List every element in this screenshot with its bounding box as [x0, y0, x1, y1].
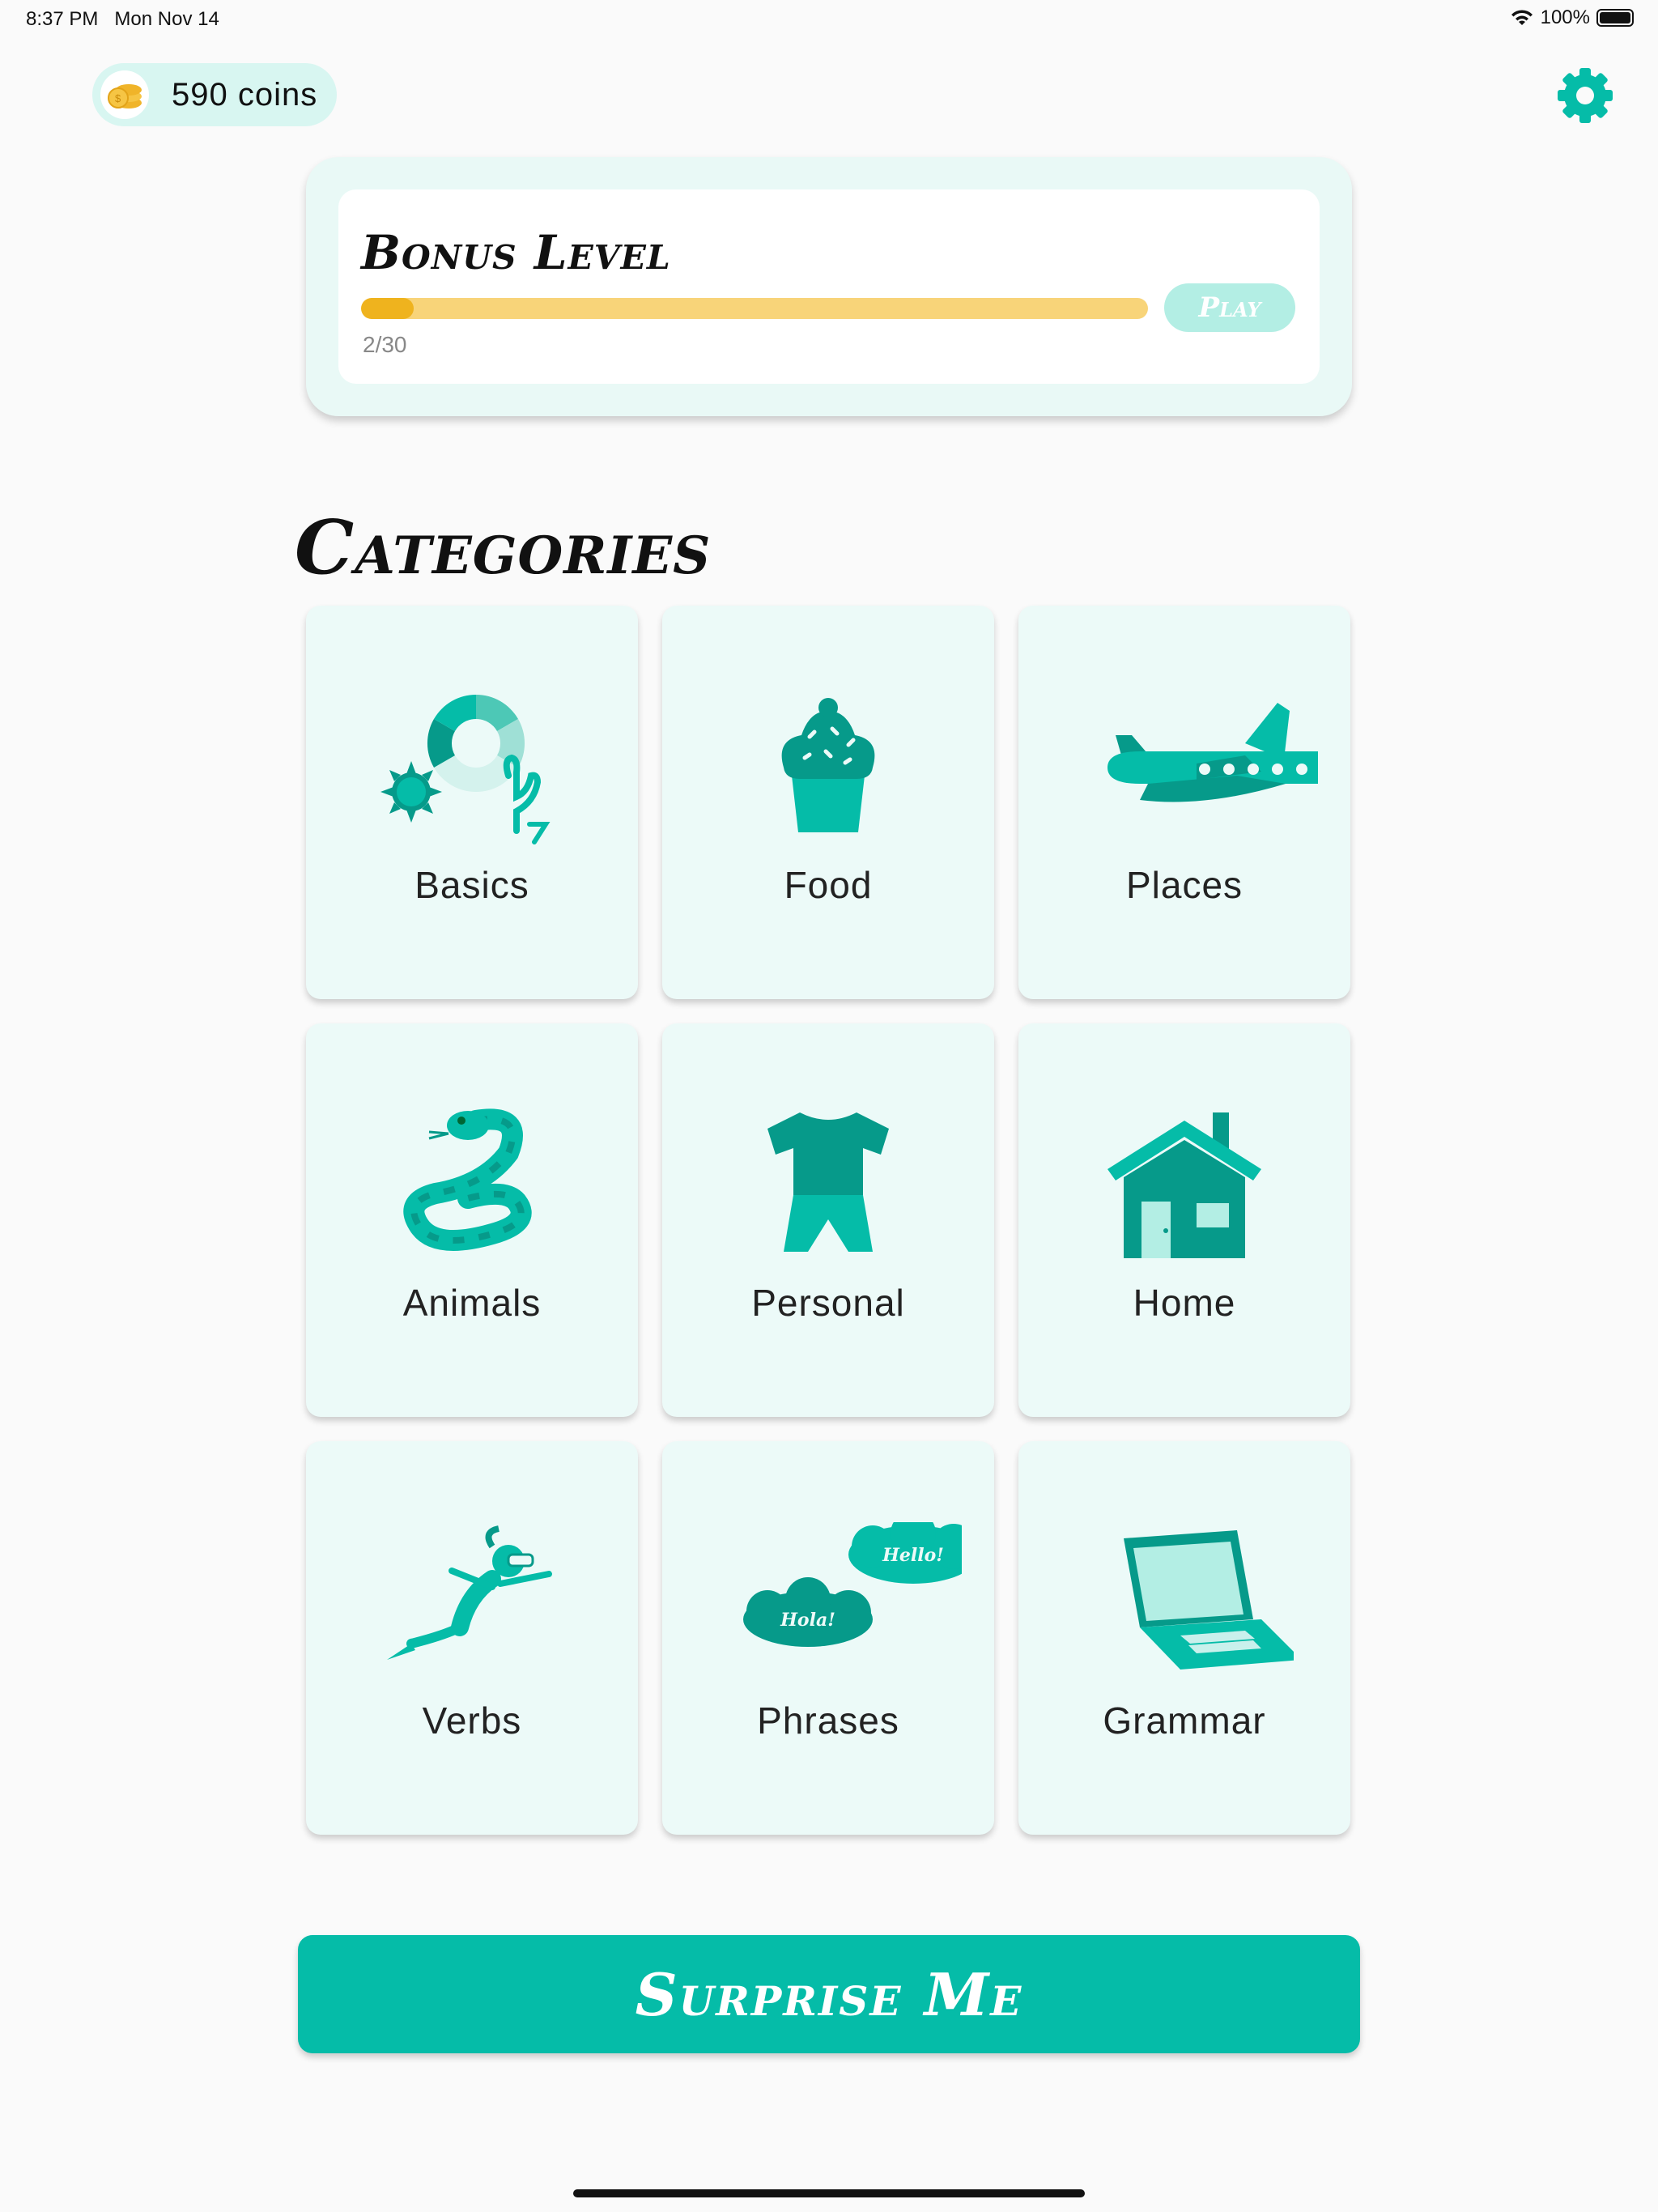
svg-text:$: $ [115, 92, 121, 104]
category-grammar[interactable]: Grammar [1018, 1441, 1350, 1835]
play-button[interactable]: Play [1164, 283, 1295, 332]
category-label: Verbs [422, 1699, 522, 1742]
bonus-level-inner: Bonus Level Play 2/30 [338, 189, 1320, 384]
hello-bubble-text: Hello! [882, 1545, 944, 1566]
category-phrases[interactable]: Hello! Hola! Phrases [662, 1441, 994, 1835]
bonus-progress-fill [361, 298, 414, 319]
battery-percent: 100% [1540, 6, 1590, 28]
category-label: Home [1133, 1282, 1236, 1324]
laptop-icon [1124, 1530, 1294, 1670]
category-food[interactable]: Food [662, 606, 994, 999]
categories-grid: Basics Food Places Animals Personal Home… [306, 606, 1352, 1835]
category-home[interactable]: Home [1018, 1023, 1350, 1417]
coin-stack-icon: $ [100, 70, 149, 119]
category-label: Phrases [757, 1699, 899, 1742]
category-label: Animals [402, 1282, 542, 1324]
basics-icon [380, 695, 551, 844]
hola-bubble-text: Hola! [780, 1610, 835, 1631]
category-personal[interactable]: Personal [662, 1023, 994, 1417]
bonus-level-card: Bonus Level Play 2/30 [306, 157, 1352, 416]
wifi-icon [1511, 10, 1533, 25]
house-icon [1107, 1112, 1261, 1258]
coins-pill[interactable]: $ 590 coins [92, 63, 337, 126]
speech-bubbles-icon: Hello! Hola! [743, 1522, 962, 1647]
gear-icon [1558, 68, 1613, 123]
category-places[interactable]: Places [1018, 606, 1350, 999]
bonus-progress-bar [361, 298, 1148, 319]
bonus-progress-text: 2/30 [363, 332, 407, 357]
airplane-icon [1107, 703, 1318, 802]
battery-icon [1596, 9, 1634, 27]
category-label: Personal [751, 1282, 905, 1324]
category-label: Basics [414, 864, 529, 906]
home-indicator[interactable] [573, 2189, 1085, 2197]
diver-icon [387, 1525, 552, 1660]
surprise-me-button[interactable]: Surprise Me [298, 1935, 1360, 2053]
category-animals[interactable]: Animals [306, 1023, 638, 1417]
bonus-level-title: Bonus Level [361, 225, 671, 280]
category-basics[interactable]: Basics [306, 606, 638, 999]
clothes-icon [767, 1112, 889, 1252]
category-label: Food [784, 864, 873, 906]
status-time: 8:37 PM [26, 8, 99, 30]
settings-button[interactable] [1553, 63, 1618, 128]
snake-icon [403, 1108, 532, 1251]
categories-heading: Categories [295, 504, 712, 591]
coins-label: 590 coins [172, 76, 318, 113]
status-date: Mon Nov 14 [114, 8, 219, 30]
category-label: Places [1125, 864, 1244, 906]
cupcake-icon [781, 698, 875, 832]
category-verbs[interactable]: Verbs [306, 1441, 638, 1835]
category-label: Grammar [1103, 1699, 1266, 1742]
